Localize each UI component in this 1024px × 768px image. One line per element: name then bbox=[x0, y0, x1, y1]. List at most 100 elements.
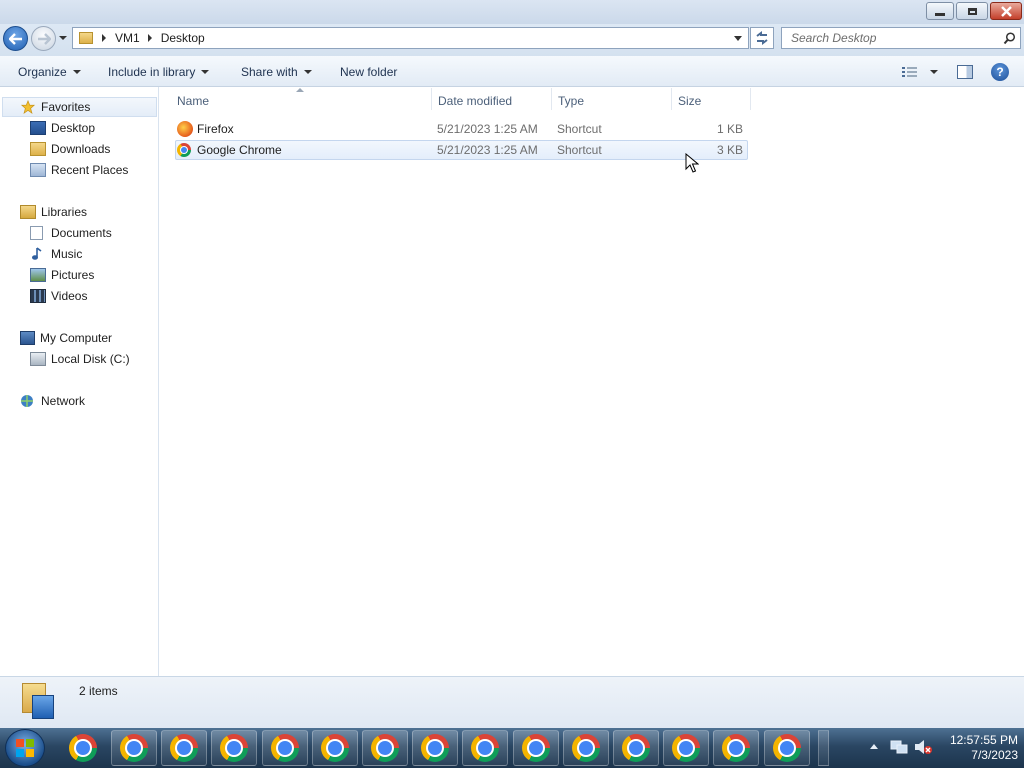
forward-button[interactable] bbox=[31, 26, 56, 51]
nav-item-downloads[interactable]: Downloads bbox=[30, 139, 110, 159]
organize-button[interactable]: Organize bbox=[18, 64, 81, 80]
nav-network-label: Network bbox=[41, 394, 86, 408]
breadcrumb-item-vm1[interactable]: VM1 bbox=[115, 31, 140, 45]
windows-logo-icon bbox=[16, 739, 34, 757]
taskbar-chrome-window[interactable] bbox=[763, 730, 810, 766]
file-row-google-chrome[interactable]: Google Chrome 5/21/2023 1:25 AM Shortcut… bbox=[175, 140, 748, 160]
column-header-size[interactable]: Size bbox=[678, 93, 748, 109]
nav-item-local-disk[interactable]: Local Disk (C:) bbox=[30, 349, 130, 369]
chrome-icon bbox=[571, 734, 600, 762]
clock[interactable]: 12:57:55 PM 7/3/2023 bbox=[940, 733, 1018, 763]
column-header-size-label: Size bbox=[678, 94, 702, 108]
nav-libraries[interactable]: Libraries bbox=[20, 202, 87, 222]
taskbar-chrome-window[interactable] bbox=[613, 730, 659, 766]
address-bar[interactable]: VM1 Desktop bbox=[72, 27, 749, 49]
title-bar bbox=[0, 0, 1024, 24]
start-button[interactable] bbox=[5, 729, 45, 767]
nav-item-recent-places[interactable]: Recent Places bbox=[30, 160, 128, 180]
chevron-down-icon bbox=[201, 70, 210, 74]
clock-date: 7/3/2023 bbox=[971, 748, 1018, 762]
preview-pane-button[interactable] bbox=[957, 65, 973, 79]
column-divider[interactable] bbox=[750, 88, 751, 110]
close-icon bbox=[1000, 5, 1012, 17]
taskbar-chrome-window[interactable] bbox=[362, 730, 408, 766]
downloads-folder-icon bbox=[30, 142, 46, 156]
column-header-date-modified[interactable]: Date modified bbox=[438, 93, 548, 109]
chrome-icon bbox=[622, 734, 650, 762]
taskbar-pinned-chrome[interactable] bbox=[60, 730, 106, 766]
taskbar-chrome-window[interactable] bbox=[261, 730, 308, 766]
speaker-muted-icon bbox=[915, 740, 932, 754]
taskbar-chrome-window[interactable] bbox=[412, 730, 459, 766]
taskbar-chrome-window[interactable] bbox=[211, 730, 258, 766]
search-input[interactable] bbox=[789, 30, 1001, 46]
refresh-button[interactable] bbox=[750, 27, 774, 49]
nav-item-pictures-label: Pictures bbox=[51, 268, 95, 282]
search-icon[interactable] bbox=[1003, 31, 1016, 45]
chevron-down-icon bbox=[303, 70, 312, 74]
recent-pages-dropdown[interactable] bbox=[59, 36, 67, 40]
shortcut-icon bbox=[177, 140, 191, 160]
file-type: Shortcut bbox=[557, 122, 602, 136]
taskbar-scroll[interactable] bbox=[818, 730, 829, 766]
nav-network[interactable]: Network bbox=[20, 391, 85, 411]
file-row-firefox[interactable]: Firefox 5/21/2023 1:25 AM Shortcut 1 KB bbox=[175, 119, 748, 139]
breadcrumb-item-desktop[interactable]: Desktop bbox=[161, 31, 205, 45]
include-in-library-button[interactable]: Include in library bbox=[108, 64, 210, 80]
minimize-button[interactable] bbox=[926, 2, 954, 20]
help-button[interactable]: ? bbox=[991, 63, 1009, 81]
nav-item-pictures[interactable]: Pictures bbox=[30, 265, 94, 285]
nav-item-desktop[interactable]: Desktop bbox=[30, 118, 95, 138]
refresh-icon bbox=[756, 31, 768, 45]
chevron-down-icon bbox=[59, 36, 67, 40]
column-divider[interactable] bbox=[551, 88, 552, 110]
file-size: 1 KB bbox=[716, 122, 743, 136]
nav-my-computer[interactable]: My Computer bbox=[20, 328, 112, 348]
change-view-button[interactable] bbox=[902, 66, 938, 78]
folder-icon bbox=[79, 32, 93, 44]
nav-item-music[interactable]: Music bbox=[30, 244, 82, 264]
address-dropdown-icon[interactable] bbox=[734, 36, 742, 41]
new-folder-button[interactable]: New folder bbox=[340, 64, 397, 80]
nav-favorites[interactable]: Favorites bbox=[20, 97, 90, 117]
share-with-button[interactable]: Share with bbox=[241, 64, 312, 80]
share-with-label: Share with bbox=[241, 65, 298, 79]
folder-large-icon bbox=[20, 683, 56, 721]
column-header-date-label: Date modified bbox=[438, 94, 513, 108]
taskbar-chrome-window[interactable] bbox=[713, 730, 760, 766]
close-button[interactable] bbox=[990, 2, 1022, 20]
taskbar-chrome-window[interactable] bbox=[462, 730, 509, 766]
search-box[interactable] bbox=[781, 27, 1021, 49]
back-button[interactable] bbox=[3, 26, 28, 51]
back-arrow-icon bbox=[8, 32, 22, 45]
chevron-down-icon bbox=[72, 70, 81, 74]
column-header-type[interactable]: Type bbox=[558, 93, 668, 109]
taskbar-chrome-window[interactable] bbox=[161, 730, 208, 766]
file-date-modified: 5/21/2023 1:25 AM bbox=[437, 143, 538, 157]
local-disk-icon bbox=[30, 352, 46, 366]
view-list-icon bbox=[902, 67, 917, 77]
show-hidden-icons-button[interactable] bbox=[870, 744, 878, 749]
taskbar-chrome-window[interactable] bbox=[663, 730, 710, 766]
mouse-cursor-icon bbox=[685, 153, 699, 173]
taskbar-chrome-window[interactable] bbox=[512, 730, 559, 766]
column-header-name[interactable]: Name bbox=[177, 93, 427, 109]
item-count: 2 items bbox=[79, 684, 118, 698]
volume-tray-icon[interactable] bbox=[913, 738, 933, 756]
taskbar-chrome-window[interactable] bbox=[562, 730, 609, 766]
nav-item-videos[interactable]: Videos bbox=[30, 286, 87, 306]
chrome-icon bbox=[672, 734, 701, 762]
chrome-icon bbox=[722, 734, 751, 762]
restore-button[interactable] bbox=[956, 2, 988, 20]
file-type: Shortcut bbox=[557, 143, 602, 157]
column-divider[interactable] bbox=[671, 88, 672, 110]
taskbar-chrome-window[interactable] bbox=[311, 730, 358, 766]
nav-item-documents[interactable]: Documents bbox=[30, 223, 112, 243]
breadcrumb-separator-icon bbox=[147, 34, 152, 42]
taskbar-chrome-window[interactable] bbox=[111, 730, 157, 766]
column-divider[interactable] bbox=[431, 88, 432, 110]
network-tray-icon[interactable] bbox=[890, 739, 908, 755]
chrome-icon bbox=[220, 734, 249, 762]
chrome-icon bbox=[521, 734, 550, 762]
chrome-icon bbox=[320, 734, 349, 762]
